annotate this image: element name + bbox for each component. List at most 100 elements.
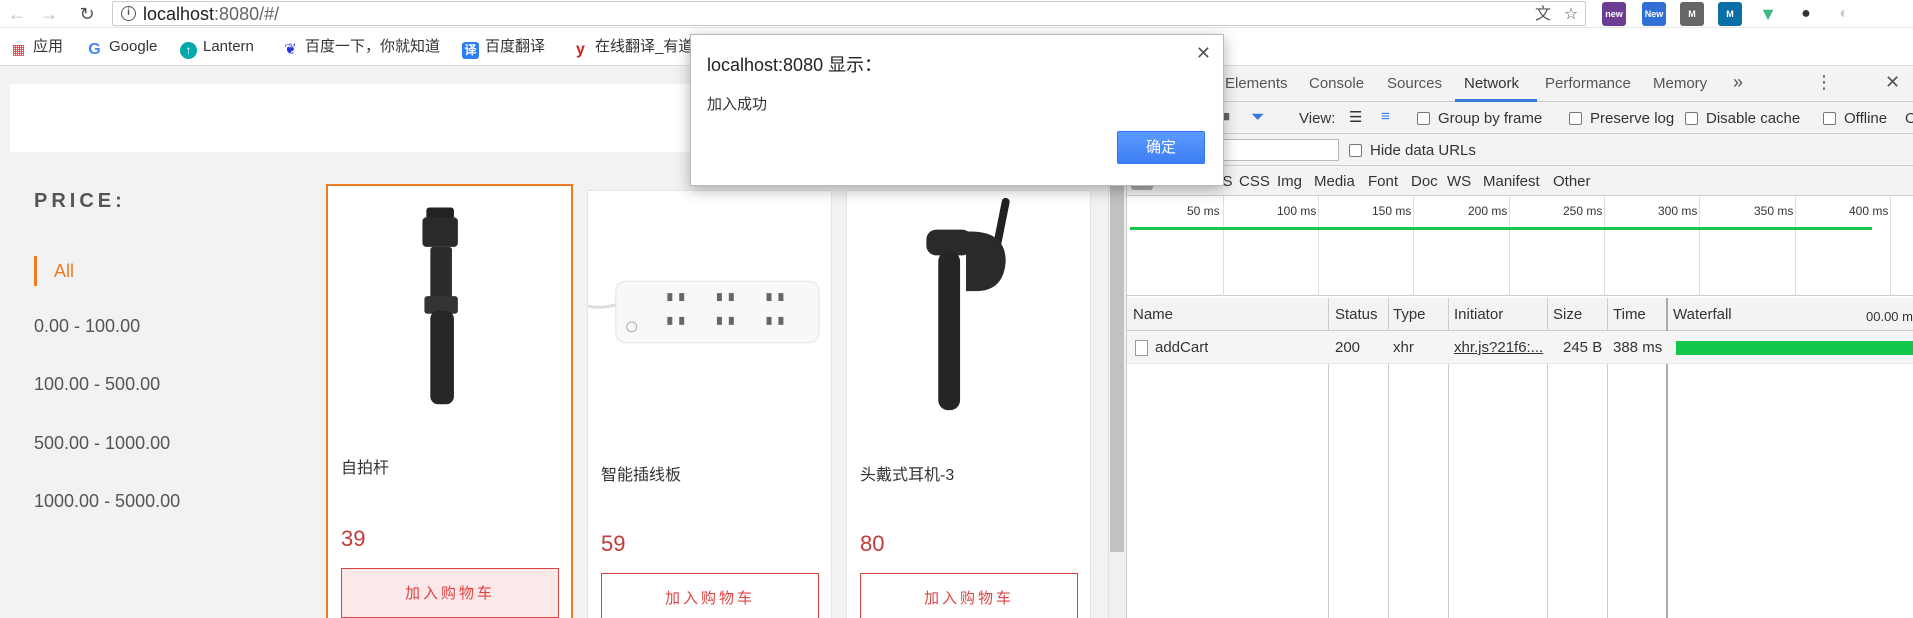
waterfall-bar (1676, 341, 1913, 355)
tab-network[interactable]: Network (1464, 75, 1519, 92)
bookmark-google[interactable]: G Google (86, 37, 157, 58)
alert-message: 加入成功 (707, 96, 768, 113)
timeline-gridline (1413, 196, 1414, 296)
price-filter-100-500[interactable]: 100.00 - 500.00 (34, 374, 160, 395)
product-name: 智能插线板 (601, 467, 682, 484)
product-price: 39 (341, 526, 366, 551)
type-filter-manifest[interactable]: Manifest (1483, 173, 1540, 190)
address-bar[interactable]: i localhost:8080/#/ 文 ☆ (112, 1, 1586, 26)
type-filter-ws[interactable]: WS (1447, 173, 1471, 190)
translate-icon[interactable]: 文 (1533, 5, 1553, 25)
price-filter-0-100[interactable]: 0.00 - 100.00 (34, 316, 140, 337)
timeline-tick-label: 200 ms (1468, 204, 1508, 218)
network-request-row[interactable]: addCart 200 xhr xhr.js?21f6:... 245 B 38… (1127, 331, 1913, 364)
price-filter-1000-5000[interactable]: 1000.00 - 5000.00 (34, 491, 180, 512)
request-initiator-link[interactable]: xhr.js?21f6:... (1454, 339, 1544, 356)
url-text: localhost:8080/#/ (143, 4, 280, 24)
document-icon (1135, 340, 1148, 356)
bookmark-baidu-translate[interactable]: 译百度翻译 (462, 37, 545, 59)
hide-data-urls-checkbox[interactable]: Hide data URLs (1349, 142, 1476, 159)
lantern-icon: ↑ (180, 42, 197, 59)
timeline-tick-label: 50 ms (1187, 204, 1220, 218)
type-filter-css[interactable]: CSS (1239, 173, 1270, 190)
timeline-tick-label: 100 ms (1277, 204, 1317, 218)
network-overview[interactable]: 50 ms 100 ms 150 ms 200 ms 250 ms 300 ms… (1127, 196, 1913, 296)
bookmark-baidu[interactable]: ❦ 百度一下，你就知道 (282, 37, 440, 58)
offline-checkbox[interactable]: Offline (1823, 110, 1887, 127)
price-filter-500-1000[interactable]: 500.00 - 1000.00 (34, 433, 170, 454)
filter-input[interactable] (1221, 139, 1339, 161)
ok-button[interactable]: 确定 (1117, 131, 1205, 164)
disable-cache-checkbox[interactable]: Disable cache (1685, 110, 1800, 127)
tab-sources[interactable]: Sources (1387, 75, 1442, 92)
browser-toolbar: ← → ↻ i localhost:8080/#/ 文 ☆ new New M … (0, 0, 1913, 28)
price-filter-all[interactable]: All (34, 256, 74, 286)
tab-console[interactable]: Console (1309, 75, 1364, 92)
bookmark-apps[interactable]: ▦ 应用 (10, 37, 63, 57)
star-icon[interactable]: ☆ (1561, 5, 1581, 25)
type-filter-doc[interactable]: Doc (1411, 173, 1438, 190)
type-filter-other[interactable]: Other (1553, 173, 1591, 190)
extension-maxthon-icon[interactable]: M (1718, 2, 1742, 26)
add-to-cart-button[interactable]: 加入购物车 (860, 573, 1078, 618)
extension-new-icon[interactable]: new (1602, 2, 1626, 26)
alert-dialog: localhost:8080 显示： ✕ 加入成功 确定 (690, 34, 1224, 186)
bookmark-lantern[interactable]: ↑ Lantern (180, 37, 254, 59)
vue-devtools-icon[interactable]: ▼ (1756, 2, 1780, 26)
extension-new2-icon[interactable]: New (1642, 2, 1666, 26)
timeline-tick-label: 400 ms (1849, 204, 1889, 218)
online-dropdown[interactable]: O (1905, 110, 1913, 127)
request-name: addCart (1155, 339, 1209, 356)
devtools-close-icon[interactable]: ✕ (1885, 72, 1900, 93)
google-icon: G (88, 41, 101, 58)
product-image-selfie-stick (422, 207, 458, 405)
product-card[interactable]: 自拍杆 39 加入购物车 (326, 184, 573, 618)
close-icon[interactable]: ✕ (1196, 43, 1211, 64)
type-filter-font[interactable]: Font (1368, 173, 1398, 190)
column-waterfall[interactable]: Waterfall (1673, 306, 1732, 323)
devtools-panel: Elements Console Sources Network Perform… (1126, 66, 1913, 618)
timeline-tick-label: 350 ms (1754, 204, 1794, 218)
type-filter-img[interactable]: Img (1277, 173, 1302, 190)
network-filter-bar: Hide data URLs (1127, 134, 1913, 166)
group-by-frame-checkbox[interactable]: Group by frame (1417, 110, 1542, 127)
reload-icon[interactable]: ↻ (76, 3, 98, 25)
filter-icon[interactable]: ⏷ (1251, 107, 1265, 127)
product-card[interactable]: 头戴式耳机-3 80 加入购物车 (846, 190, 1091, 618)
bookmark-youdao[interactable]: y 在线翻译_有道 (572, 37, 693, 58)
timeline-tick-label: 150 ms (1372, 204, 1412, 218)
timeline-gridline (1318, 196, 1319, 296)
list-view-icon[interactable]: ☰ (1349, 108, 1362, 126)
tab-memory[interactable]: Memory (1653, 75, 1707, 92)
product-card[interactable]: 智能插线板 59 加入购物车 (587, 190, 832, 618)
timeline-gridline (1223, 196, 1224, 296)
timeline-gridline (1795, 196, 1796, 296)
forward-icon[interactable]: → (38, 3, 60, 25)
waterfall-view-icon[interactable]: ≡ (1381, 108, 1390, 125)
info-icon[interactable]: i (121, 6, 136, 21)
product-image-headset (926, 197, 1010, 411)
alert-title: localhost:8080 显示： (707, 55, 883, 75)
timeline-tick-label: 300 ms (1658, 204, 1698, 218)
request-time: 388 ms (1613, 339, 1663, 356)
timeline-gridline (1604, 196, 1605, 296)
extension-grey-icon[interactable]: ◐ (1832, 2, 1856, 26)
timeline-gridline (1699, 196, 1700, 296)
product-name: 自拍杆 (341, 460, 390, 477)
extension-m-icon[interactable]: M (1680, 2, 1704, 26)
more-tabs-icon[interactable]: » (1733, 72, 1743, 93)
devtools-menu-icon[interactable]: ⋮ (1815, 72, 1833, 93)
add-to-cart-button[interactable]: 加入购物车 (601, 573, 819, 618)
price-filter-title: PRICE: (34, 190, 126, 212)
tab-elements[interactable]: Elements (1225, 75, 1288, 92)
timeline-gridline (1890, 196, 1891, 296)
tab-performance[interactable]: Performance (1545, 75, 1631, 92)
product-image-power-strip (588, 280, 820, 344)
add-to-cart-button[interactable]: 加入购物车 (341, 568, 559, 618)
back-icon[interactable]: ← (6, 3, 28, 25)
type-filter-media[interactable]: Media (1314, 173, 1355, 190)
apps-grid-icon: ▦ (11, 41, 26, 57)
evernote-icon[interactable]: ● (1794, 2, 1818, 26)
preserve-log-checkbox[interactable]: Preserve log (1569, 110, 1674, 127)
product-name: 头戴式耳机-3 (860, 467, 955, 484)
